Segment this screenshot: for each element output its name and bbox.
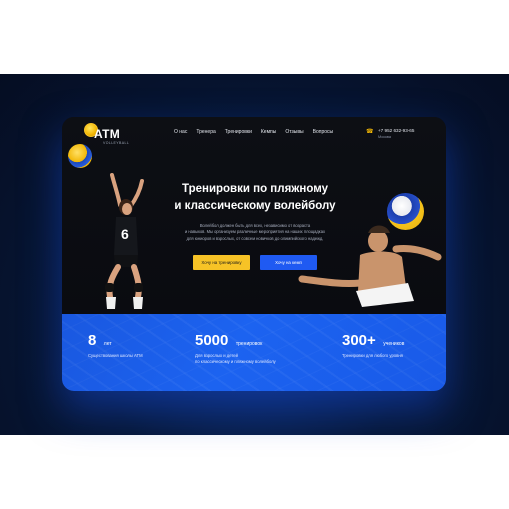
stat-students: 300+ учеников Тренировки для любого уров… xyxy=(342,332,404,359)
logo-subtitle: VOLLEYBALL xyxy=(103,141,130,145)
nav-item-faq[interactable]: Вопросы xyxy=(313,129,333,135)
hero-description-line-1: Волейбол должен быть для всех, независим… xyxy=(199,223,311,228)
phone-number[interactable]: +7 952 632-93-65 xyxy=(378,128,414,133)
city-label: Москва xyxy=(378,135,391,139)
website-mockup: ATM VOLLEYBALL О нас Тренера Тренировки … xyxy=(62,117,446,391)
stat-caption: Существования школы АТМ xyxy=(88,353,143,359)
hero-title-line-1: Тренировки по пляжному xyxy=(181,183,328,195)
hero-section: ATM VOLLEYBALL О нас Тренера Тренировки … xyxy=(62,117,446,314)
phone-icon: ☎ xyxy=(366,129,374,135)
male-player-image xyxy=(298,225,442,307)
stat-unit: тренировок xyxy=(235,341,263,347)
nav-item-about[interactable]: О нас xyxy=(174,129,187,135)
stat-caption-line-1: Существования школы АТМ xyxy=(88,353,143,358)
main-nav: О нас Тренера Тренировки Кемпы Отзывы Во… xyxy=(174,129,333,135)
stat-caption: Для взрослых и детей по классическому и … xyxy=(195,353,276,365)
female-player-image: 6 xyxy=(105,173,144,309)
stat-trainings: 5000 тренировок Для взрослых и детей по … xyxy=(195,332,276,365)
stat-number: 300+ xyxy=(342,332,376,349)
training-signup-button[interactable]: Хочу на тренировку xyxy=(193,255,250,270)
logo[interactable]: ATM VOLLEYBALL xyxy=(84,123,129,149)
nav-item-trainings[interactable]: Тренировки xyxy=(225,129,252,135)
stat-unit: лет xyxy=(103,341,112,347)
svg-text:6: 6 xyxy=(121,226,129,242)
stat-number: 8 xyxy=(88,332,97,349)
logo-text: ATM xyxy=(94,127,121,141)
stat-number: 5000 xyxy=(195,332,229,349)
hero-title: Тренировки по пляжному и классическому в… xyxy=(170,181,340,215)
stat-years: 8 лет Существования школы АТМ xyxy=(88,332,143,359)
volleyball-image-small xyxy=(68,144,92,168)
stat-caption: Тренировки для любого уровня xyxy=(342,353,404,359)
nav-item-camps[interactable]: Кемпы xyxy=(261,129,276,135)
contact-block: ☎ +7 952 632-93-65 Москва xyxy=(366,128,414,139)
stat-caption-line-1: Для взрослых и детей xyxy=(195,353,238,358)
nav-item-coaches[interactable]: Тренера xyxy=(196,129,215,135)
stat-caption-line-1: Тренировки для любого уровня xyxy=(342,353,403,358)
hero-title-line-2: и классическому волейболу xyxy=(174,200,336,212)
nav-item-reviews[interactable]: Отзывы xyxy=(285,129,303,135)
stat-caption-line-2: по классическому и пляжному волейболу xyxy=(195,359,276,364)
stat-unit: учеников xyxy=(383,341,405,347)
stats-section: 8 лет Существования школы АТМ 5000 трени… xyxy=(62,314,446,391)
